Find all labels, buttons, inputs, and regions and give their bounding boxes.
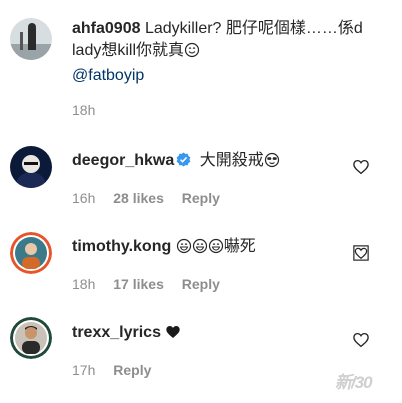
comment-time[interactable]: 16h (72, 190, 95, 206)
likes-count[interactable]: 28 likes (113, 190, 164, 206)
comment-time[interactable]: 18h (72, 276, 95, 292)
watermark: 新/30 (335, 373, 373, 392)
smiling-face-icon (184, 42, 200, 65)
heart-outline-icon[interactable] (352, 244, 370, 262)
grinning-sweat-face-icon (176, 238, 192, 261)
likes-count[interactable]: 17 likes (113, 276, 164, 292)
comment-time[interactable]: 17h (72, 362, 95, 378)
reply-button[interactable]: Reply (182, 190, 220, 206)
verified-badge-icon (176, 152, 191, 174)
avatar[interactable] (10, 146, 52, 188)
comment-username[interactable]: trexx_lyrics (72, 324, 161, 341)
reply-button[interactable]: Reply (182, 276, 220, 292)
comment-text: 大開殺戒 (199, 152, 264, 169)
heart-outline-icon[interactable] (352, 331, 370, 349)
reply-button[interactable]: Reply (113, 362, 151, 378)
comment-username[interactable]: timothy.kong (72, 238, 171, 255)
comment-username[interactable]: deegor_hkwa (72, 152, 174, 169)
heart-outline-icon[interactable] (352, 158, 370, 176)
mention-link[interactable]: @fatboyip (72, 67, 144, 84)
grinning-sweat-face-icon (208, 238, 224, 261)
comments-panel: ahfa0908 Ladykiller? 肥仔呢個樣……係d lady想kill… (0, 0, 402, 403)
avatar[interactable] (10, 232, 52, 274)
sunglasses-face-icon (264, 152, 280, 175)
black-heart-icon (165, 324, 181, 347)
comment-text: 嚇死 (223, 238, 256, 255)
grinning-sweat-face-icon (192, 238, 208, 261)
avatar[interactable] (10, 18, 52, 60)
avatar[interactable] (10, 317, 52, 359)
comment-time[interactable]: 18h (72, 102, 95, 118)
comment-username[interactable]: ahfa0908 (72, 20, 141, 37)
